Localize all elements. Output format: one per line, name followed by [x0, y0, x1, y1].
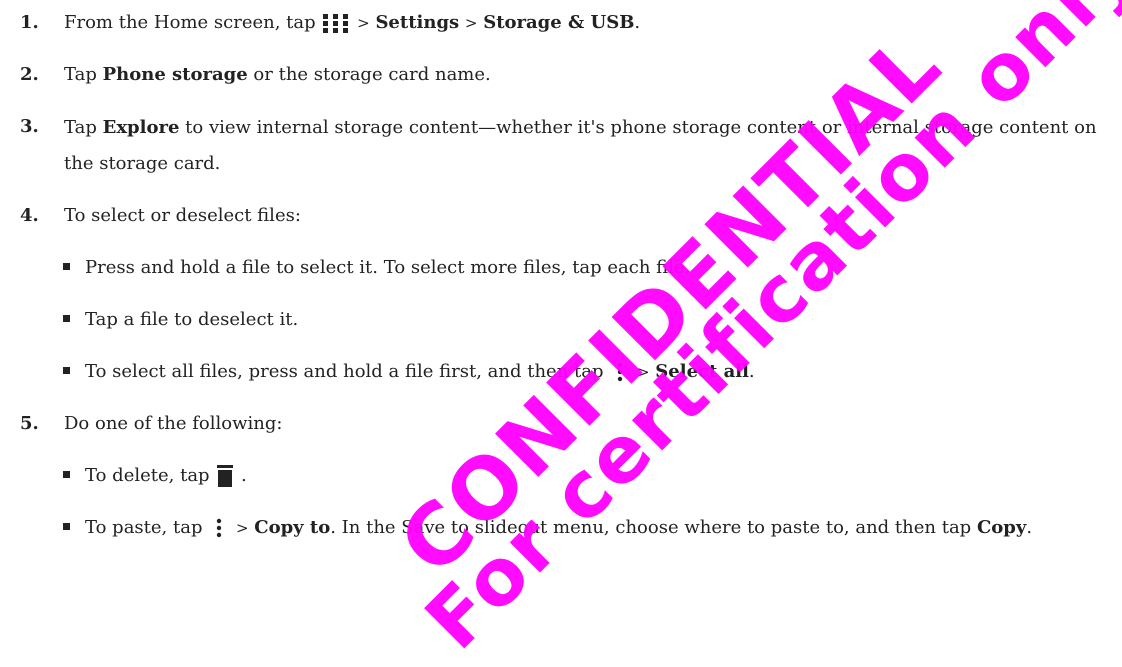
step-text: Do one of the following:	[64, 407, 1115, 440]
bullet-text-part: .	[241, 465, 247, 486]
bullet-icon	[63, 523, 70, 530]
step-number: 3.	[20, 116, 39, 137]
separator: >	[235, 519, 249, 537]
step-text-part: Do one of the following:	[64, 413, 283, 434]
bullet-text-part: . In the Save to slideout menu, choose w…	[330, 517, 972, 538]
step-number: 5.	[20, 413, 39, 434]
bullet-text: To delete, tap .	[85, 459, 1103, 492]
step-text-part: or the storage card name.	[253, 64, 491, 85]
bullet-icon	[63, 471, 70, 478]
step-text-part: Tap	[64, 64, 97, 85]
phone-storage-label: Phone storage	[102, 64, 248, 85]
step-text: Tap Explore to view internal storage con…	[64, 110, 1115, 182]
more-vertical-icon	[217, 518, 222, 538]
separator: >	[464, 14, 478, 32]
bullet-text-part: To delete, tap	[85, 465, 210, 486]
step-text-part: To select or deselect files:	[64, 205, 301, 226]
step-text-part: to view internal storage content—whether…	[64, 117, 1097, 174]
copy-to-label: Copy to	[254, 517, 331, 538]
bullet-text-part: Press and hold a file to select it. To s…	[85, 257, 691, 278]
bullet-icon	[63, 315, 70, 322]
step-text-part: .	[634, 12, 641, 33]
bullet-text: To paste, tap > Copy to. In the Save to …	[85, 511, 1103, 545]
settings-label: Settings	[375, 12, 460, 33]
step-number: 1.	[20, 12, 39, 33]
bullet-text-part: Tap a file to deselect it.	[85, 309, 299, 330]
storage-usb-label: Storage & USB	[483, 12, 635, 33]
bullet-icon	[63, 367, 70, 374]
bullet-text-part: To select all files, press and hold a fi…	[85, 361, 604, 382]
step-text-part: From the Home screen, tap	[64, 12, 316, 33]
step-number: 4.	[20, 205, 39, 226]
manual-page: 1. From the Home screen, tap > Settings …	[0, 0, 1122, 667]
bullet-icon	[63, 263, 70, 270]
select-all-label: Select all	[655, 361, 749, 382]
step-number: 2.	[20, 64, 39, 85]
explore-label: Explore	[102, 117, 180, 138]
separator: >	[357, 14, 370, 32]
step-text: Tap Phone storage or the storage card na…	[64, 58, 1115, 91]
separator: >	[636, 363, 650, 381]
step-text: From the Home screen, tap > Settings > S…	[64, 6, 1115, 40]
copy-label: Copy	[976, 517, 1027, 538]
bullet-text-part: .	[1026, 517, 1033, 538]
trash-icon	[217, 465, 234, 487]
step-text: To select or deselect files:	[64, 199, 1115, 232]
apps-grid-icon	[323, 14, 349, 33]
bullet-text: Tap a file to deselect it.	[85, 303, 1103, 336]
bullet-text: Press and hold a file to select it. To s…	[85, 251, 1103, 284]
bullet-text: To select all files, press and hold a fi…	[85, 355, 1103, 389]
bullet-text-part: To paste, tap	[85, 517, 203, 538]
more-vertical-icon	[618, 362, 623, 382]
step-text-part: Tap	[64, 117, 97, 138]
bullet-text-part: .	[748, 361, 755, 382]
